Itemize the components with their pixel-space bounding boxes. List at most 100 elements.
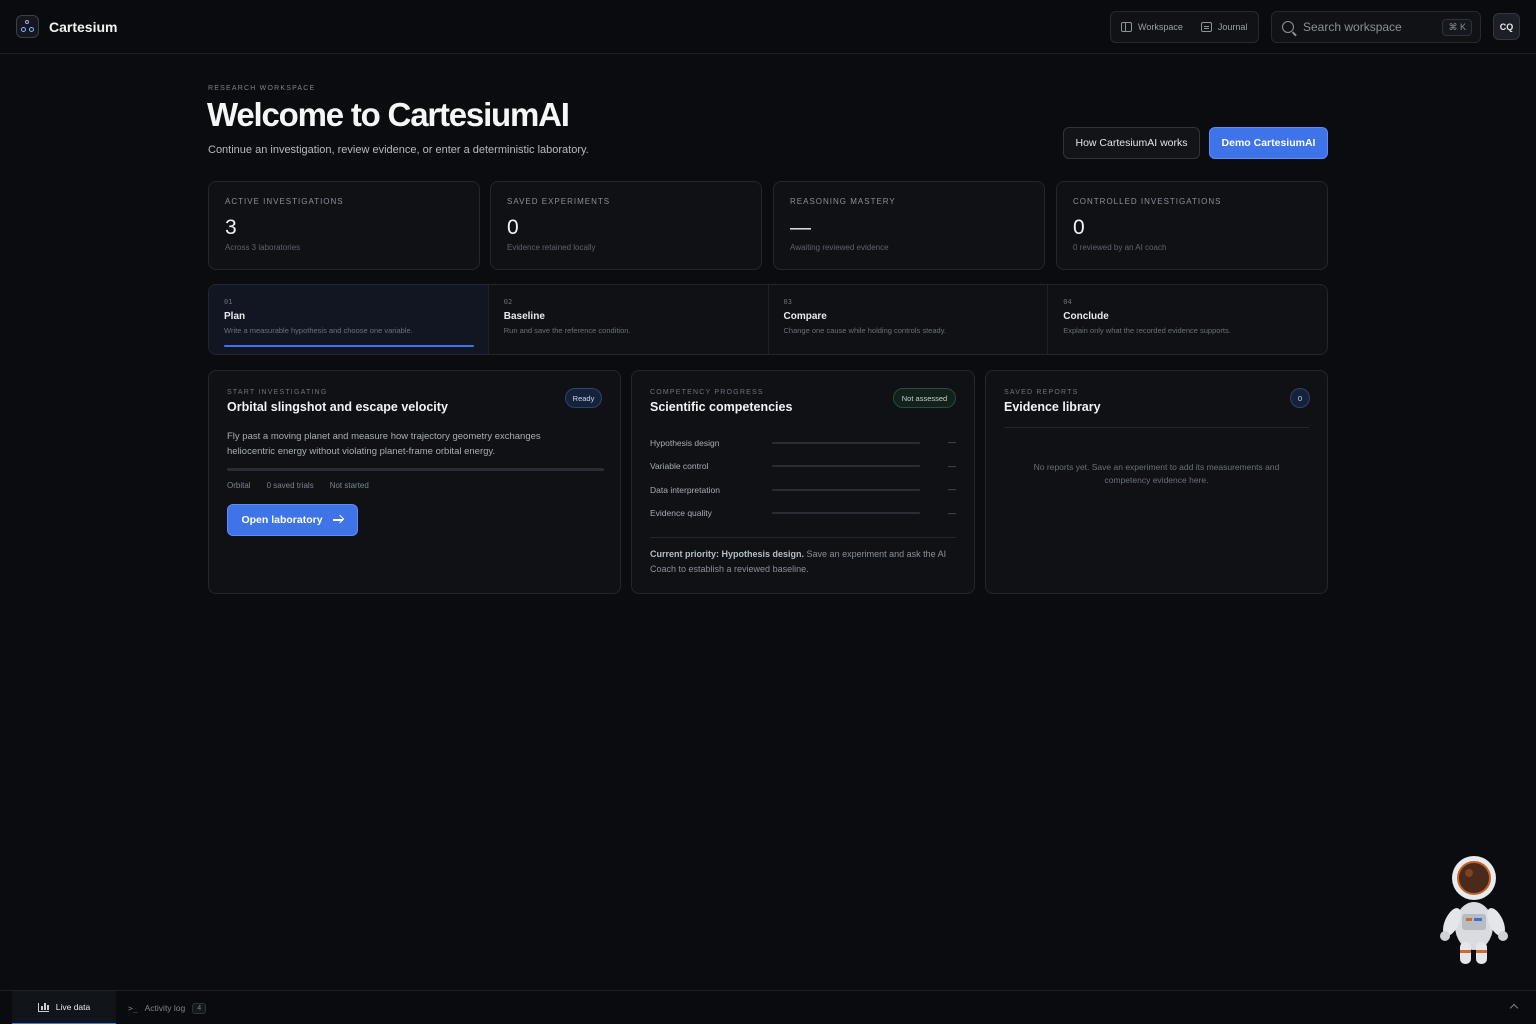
open-laboratory-label: Open laboratory	[241, 514, 323, 526]
bottom-bar: Live data >_ Activity log 4	[0, 990, 1536, 1024]
step-number: 04	[1063, 298, 1072, 306]
cartesium-logo-icon	[16, 15, 39, 38]
meta-status: Not started	[329, 481, 369, 490]
competency-row: Hypothesis design —	[650, 431, 956, 455]
nav-workspace-label: Workspace	[1138, 22, 1183, 32]
stat-label: ACTIVE INVESTIGATIONS	[225, 197, 344, 206]
how-it-works-button[interactable]: How CartesiumAI works	[1063, 127, 1200, 159]
divider	[650, 537, 956, 538]
competency-value: —	[948, 485, 956, 495]
sidebar-panel-icon	[1121, 22, 1132, 32]
competency-row: Data interpretation —	[650, 478, 956, 502]
stat-card-active-investigations: ACTIVE INVESTIGATIONS 3 Across 3 laborat…	[208, 181, 480, 270]
competency-row: Evidence quality —	[650, 502, 956, 526]
stat-card-controlled-investigations: CONTROLLED INVESTIGATIONS 0 0 reviewed b…	[1056, 181, 1328, 270]
open-laboratory-button[interactable]: Open laboratory	[227, 504, 358, 536]
page-title: Welcome to CartesiumAI	[207, 96, 570, 133]
panel-eyebrow: SAVED REPORTS	[1004, 389, 1079, 396]
investigation-progress-track	[227, 468, 604, 471]
step-number: 03	[783, 298, 792, 306]
step-title: Conclude	[1063, 311, 1109, 322]
step-title: Baseline	[503, 311, 545, 322]
step-number: 01	[224, 298, 233, 306]
nav-journal[interactable]: Journal	[1200, 22, 1248, 32]
competency-name: Data interpretation	[650, 484, 720, 495]
step-description: Write a measurable hypothesis and choose…	[224, 326, 413, 335]
competency-name: Hypothesis design	[650, 437, 720, 448]
investigation-title: Orbital slingshot and escape velocity	[227, 400, 448, 414]
user-avatar[interactable]: CQ	[1493, 13, 1520, 40]
step-plan[interactable]: 01 Plan Write a measurable hypothesis an…	[209, 285, 488, 354]
status-badge-not-assessed: Not assessed	[893, 388, 956, 408]
message-icon	[1200, 22, 1212, 32]
competency-name: Evidence quality	[650, 508, 712, 519]
tab-live-data[interactable]: Live data	[12, 991, 116, 1024]
search-shortcut: ⌘ K	[1442, 18, 1472, 36]
bar-chart-icon	[37, 1002, 49, 1012]
search-input[interactable]	[1303, 20, 1443, 34]
stat-caption: 0 reviewed by an AI coach	[1073, 243, 1167, 252]
step-title: Plan	[224, 311, 246, 322]
demo-button[interactable]: Demo CartesiumAI	[1209, 127, 1328, 159]
page-eyebrow: RESEARCH WORKSPACE	[208, 85, 316, 92]
competency-row: Variable control —	[650, 455, 956, 479]
brand[interactable]: Cartesium	[16, 15, 117, 38]
competency-name: Variable control	[650, 461, 709, 472]
meta-category: Orbital	[227, 481, 251, 490]
stat-value: 3	[225, 216, 237, 239]
step-baseline[interactable]: 02 Baseline Run and save the reference c…	[487, 285, 768, 354]
astronaut-mascot-icon[interactable]	[1436, 854, 1514, 970]
stat-caption: Evidence retained locally	[507, 243, 596, 252]
nav-journal-label: Journal	[1217, 22, 1248, 32]
panel-eyebrow: START INVESTIGATING	[227, 389, 328, 396]
step-description: Change one cause while holding controls …	[783, 326, 946, 335]
priority-label: Current priority: Hypothesis design.	[650, 549, 805, 559]
step-progress-bar	[224, 345, 474, 347]
competency-bar	[772, 465, 920, 468]
competency-value: —	[948, 508, 956, 518]
step-title: Compare	[783, 311, 827, 322]
tab-activity-log-label: Activity log	[144, 1003, 186, 1013]
investigation-meta: Orbital 0 saved trials Not started	[227, 481, 602, 490]
stat-card-reasoning-mastery: REASONING MASTERY — Awaiting reviewed ev…	[773, 181, 1045, 270]
status-badge-ready: Ready	[565, 388, 602, 408]
view-switcher: Workspace Journal	[1110, 11, 1259, 43]
step-conclude[interactable]: 04 Conclude Explain only what the record…	[1047, 285, 1327, 354]
step-description: Explain only what the recorded evidence …	[1063, 326, 1231, 335]
terminal-icon: >_	[128, 1003, 138, 1013]
competency-value: —	[948, 438, 956, 448]
stat-label: CONTROLLED INVESTIGATIONS	[1073, 197, 1222, 206]
stat-caption: Across 3 laboratories	[225, 243, 301, 252]
nav-workspace[interactable]: Workspace	[1121, 22, 1183, 32]
report-count-badge: 0	[1290, 388, 1310, 408]
stat-value: 0	[1073, 216, 1085, 239]
arrow-right-icon	[332, 515, 344, 525]
competency-list: Hypothesis design — Variable control — D…	[650, 431, 956, 525]
app-name: Cartesium	[49, 18, 118, 35]
activity-count-badge: 4	[192, 1002, 207, 1014]
stat-value: —	[790, 216, 811, 239]
evidence-library-panel: SAVED REPORTS Evidence library No report…	[985, 370, 1328, 594]
tab-activity-log[interactable]: >_ Activity log 4	[128, 991, 207, 1024]
step-number: 02	[503, 298, 513, 306]
stat-label: REASONING MASTERY	[790, 197, 896, 206]
competency-value: —	[948, 461, 956, 471]
stat-value: 0	[507, 216, 519, 239]
tab-live-data-label: Live data	[55, 1002, 91, 1012]
step-description: Run and save the reference condition.	[503, 326, 631, 335]
search-icon	[1282, 21, 1294, 33]
search-box: ⌘ K	[1271, 11, 1481, 43]
page-subtitle: Continue an investigation, review eviden…	[208, 144, 589, 156]
evidence-library-title: Evidence library	[1004, 400, 1101, 414]
meta-trials: 0 saved trials	[266, 481, 314, 490]
divider	[1004, 427, 1309, 428]
top-bar: Cartesium Workspace Journal ⌘ K CQ	[0, 0, 1536, 54]
investigation-description: Fly past a moving planet and measure how…	[227, 431, 541, 457]
competency-bar	[772, 488, 920, 491]
stat-caption: Awaiting reviewed evidence	[790, 243, 889, 252]
current-priority: Current priority: Hypothesis design. Sav…	[650, 547, 956, 577]
step-compare[interactable]: 03 Compare Change one cause while holdin…	[767, 285, 1048, 354]
investigation-panel: START INVESTIGATING Orbital slingshot an…	[208, 370, 621, 594]
competency-bar	[772, 512, 920, 515]
competency-bar	[772, 441, 920, 444]
